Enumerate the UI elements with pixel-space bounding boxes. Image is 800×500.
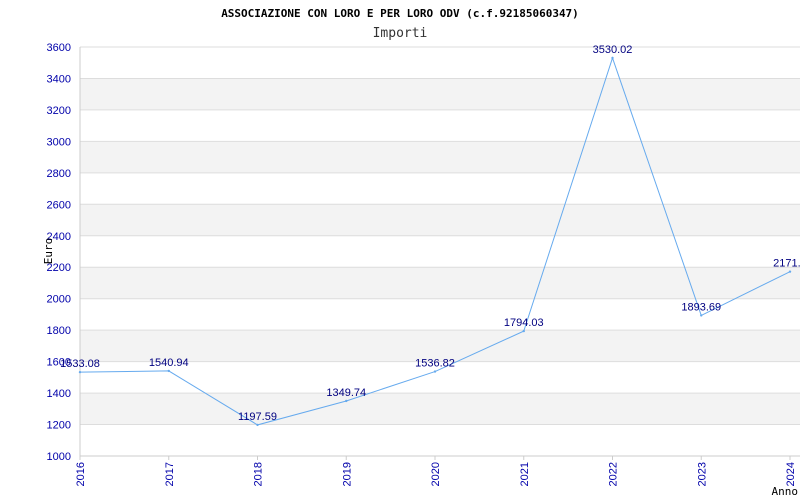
x-tick-label: 2023: [696, 462, 708, 486]
x-tick-label: 2017: [164, 462, 176, 486]
y-tick-label: 3000: [47, 136, 71, 148]
data-label: 1536.82: [415, 358, 455, 370]
x-tick-label: 2020: [430, 462, 442, 486]
grid-band: [80, 141, 800, 173]
x-tick-label: 2016: [75, 462, 87, 486]
x-tick-label: 2018: [253, 462, 265, 486]
data-point: [167, 369, 170, 373]
data-point: [78, 370, 82, 374]
data-label: 2171.9: [773, 258, 800, 270]
y-tick-label: 3200: [47, 105, 71, 117]
y-tick-label: 1000: [47, 451, 71, 463]
data-point: [256, 423, 259, 427]
data-label: 1197.59: [238, 411, 277, 423]
data-label: 1533.08: [60, 358, 100, 370]
grid-band: [80, 78, 800, 110]
chart-title: ASSOCIAZIONE CON LORO E PER LORO ODV (c.…: [221, 7, 579, 20]
y-axis-label: Euro: [42, 238, 55, 265]
background-bands: [80, 78, 800, 425]
data-point: [611, 56, 614, 60]
y-tick-label: 1800: [47, 325, 71, 337]
y-tick-label: 1200: [47, 420, 71, 432]
y-tick-label: 1400: [47, 388, 71, 400]
grid-band: [80, 267, 800, 299]
series-line: [79, 56, 791, 426]
x-axis-label: Anno: [772, 485, 799, 498]
data-point: [345, 399, 348, 403]
data-point: [788, 270, 792, 273]
x-tick-label: 2021: [519, 462, 531, 486]
data-label: 1540.94: [149, 357, 189, 369]
line-chart: ASSOCIAZIONE CON LORO E PER LORO ODV (c.…: [42, 7, 800, 498]
grid-band: [80, 204, 800, 236]
series-group: [78, 56, 792, 427]
x-tick-label: 2022: [608, 462, 620, 486]
data-label: 1893.69: [681, 301, 721, 313]
data-point: [700, 314, 703, 317]
data-label: 1794.03: [504, 317, 544, 329]
y-tick-label: 2000: [47, 294, 71, 306]
y-tick-label: 3600: [47, 42, 71, 54]
data-point: [433, 370, 437, 373]
y-tick-label: 2600: [47, 199, 71, 211]
y-tick-label: 2800: [47, 168, 71, 180]
x-tick-label: 2024: [785, 462, 797, 486]
y-tick-label: 3400: [47, 73, 71, 85]
data-point: [522, 329, 525, 333]
data-label: 3530.02: [593, 44, 633, 56]
grid-band: [80, 393, 800, 425]
chart-subtitle: Importi: [373, 26, 428, 41]
data-label: 1349.74: [326, 387, 366, 399]
x-axis-ticks: 2016 2017 2018 2019 2020 2021 2022 2023 2024: [75, 456, 797, 486]
x-tick-label: 2019: [341, 462, 353, 486]
